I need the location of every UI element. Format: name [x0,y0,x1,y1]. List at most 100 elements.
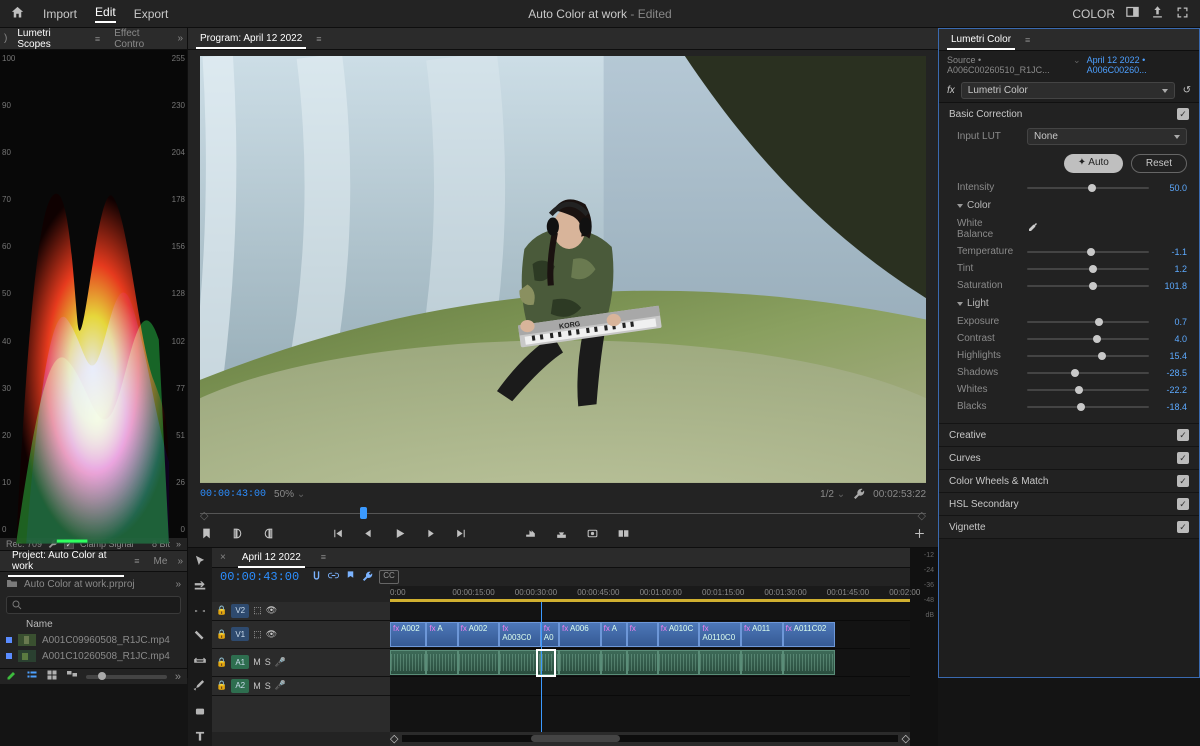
video-clip[interactable]: fx A006 [559,622,601,647]
razor-tool-icon[interactable] [193,629,207,646]
panel-menu-icon[interactable]: ≡ [130,556,143,566]
compare-icon[interactable] [617,527,630,543]
add-button-icon[interactable] [913,527,926,543]
snap-icon[interactable] [311,570,322,584]
mute-icon[interactable]: M [253,681,261,691]
nav-edit[interactable]: Edit [95,5,116,23]
slip-tool-icon[interactable] [193,654,207,671]
audio-clip[interactable] [559,650,601,675]
reset-effect-icon[interactable]: ↺ [1183,85,1191,96]
mark-in-icon[interactable] [200,527,213,543]
tab-project[interactable]: Project: Auto Color at work [4,546,128,576]
audio-clip[interactable] [458,650,500,675]
video-clip[interactable]: fx A0 [541,622,559,647]
video-clip[interactable]: fx A003C0 [499,622,541,647]
section-enable-checkbox[interactable] [1177,475,1189,487]
horizontal-scrollbar[interactable] [402,735,897,742]
close-icon[interactable]: × [220,552,226,563]
tab-scopes[interactable]: Lumetri Scopes [9,24,89,54]
audio-clip[interactable] [699,650,741,675]
video-clip[interactable]: fx [627,622,658,647]
export-frame-icon[interactable] [586,527,599,543]
eye-icon[interactable]: 👁 [266,605,277,616]
crop-handle[interactable]: ) [4,33,7,44]
program-monitor[interactable]: KORG [200,56,926,483]
tabs-overflow-icon[interactable]: » [177,33,183,44]
video-clip[interactable]: fx A011 [741,622,783,647]
solo-icon[interactable]: S [265,681,271,691]
extract-icon[interactable] [555,527,568,543]
time-ruler[interactable]: 0:00 00:00:15:00 00:00:30:00 00:00:45:00… [390,586,910,602]
home-icon[interactable] [10,5,25,23]
settings-icon[interactable] [362,570,373,584]
track-select-icon[interactable] [193,579,207,596]
ripple-tool-icon[interactable] [193,604,207,621]
audio-clip[interactable] [658,650,700,675]
reset-button[interactable]: Reset [1131,154,1187,173]
section-enable-checkbox[interactable] [1177,498,1189,510]
video-clip[interactable]: fx A002 [458,622,500,647]
eyedropper-icon[interactable] [1027,222,1039,237]
wrench-icon[interactable] [853,487,865,502]
program-timecode[interactable]: 00:00:43:00 [200,489,266,500]
project-item[interactable]: A001C09960508_R1JC.mp4 [42,635,170,646]
audio-clip[interactable] [601,650,627,675]
panel-menu-icon[interactable]: ≡ [317,552,330,562]
video-clip[interactable]: fx A0110C0 [699,622,741,647]
fullscreen-icon[interactable] [1175,5,1190,23]
linked-icon[interactable] [328,570,339,584]
track-a2[interactable]: A2 [231,679,249,693]
zoom-dropdown[interactable]: 50% ⌄ [274,489,305,500]
eye-icon[interactable]: 👁 [266,629,277,640]
go-in-icon[interactable] [331,527,344,543]
lift-icon[interactable] [524,527,537,543]
voice-icon[interactable]: 🎤 [275,680,286,691]
playhead[interactable] [541,602,542,732]
tab-media[interactable]: Me [146,552,176,571]
subsection-color[interactable]: Color [957,196,1187,215]
toggle-icon[interactable]: ⬚ [253,629,262,640]
lut-dropdown[interactable]: None [1027,128,1187,145]
tab-effect-controls[interactable]: Effect Contro [106,24,175,54]
sequence-link[interactable]: April 12 2022 • A006C00260... [1087,55,1191,75]
section-hsl[interactable]: HSL Secondary [939,493,1199,515]
audio-clip[interactable] [627,650,658,675]
cc-icon[interactable]: CC [379,570,399,584]
tint-slider[interactable] [1027,268,1149,270]
track-v2[interactable]: V2 [231,604,249,618]
section-curves[interactable]: Curves [939,447,1199,469]
tabs-overflow-icon[interactable]: » [177,556,183,567]
hand-tool-icon[interactable] [193,704,207,721]
scrub-bar[interactable]: ◇ ◇ [200,505,926,523]
solo-icon[interactable]: S [265,657,271,667]
section-enable-checkbox[interactable] [1177,108,1189,120]
out-icon[interactable] [262,527,275,543]
track-v1[interactable]: V1 [231,627,249,641]
nav-export[interactable]: Export [134,7,169,21]
workspace-icon[interactable] [1125,5,1140,23]
voice-icon[interactable]: 🎤 [275,657,286,668]
audio-clip[interactable] [541,650,559,675]
section-color-wheels[interactable]: Color Wheels & Match [939,470,1199,492]
intensity-slider[interactable] [1027,187,1149,189]
section-vignette[interactable]: Vignette [939,516,1199,538]
play-icon[interactable] [393,527,406,543]
write-icon[interactable] [6,669,18,684]
video-clip[interactable]: fx A010C [658,622,700,647]
tab-sequence[interactable]: April 12 2022 [234,548,309,567]
project-item[interactable]: A001C10260508_R1JC.mp4 [42,651,170,662]
step-back-icon[interactable] [362,527,375,543]
freeform-view-icon[interactable] [66,669,78,684]
section-enable-checkbox[interactable] [1177,521,1189,533]
workspace-label[interactable]: COLOR [1072,7,1115,21]
tab-program[interactable]: Program: April 12 2022 [192,29,310,48]
fx-dropdown[interactable]: Lumetri Color [961,82,1175,99]
contrast-slider[interactable] [1027,338,1149,340]
blacks-slider[interactable] [1027,406,1149,408]
type-tool-icon[interactable] [193,729,207,746]
overflow-icon[interactable]: » [176,539,181,549]
shadows-slider[interactable] [1027,372,1149,374]
highlights-slider[interactable] [1027,355,1149,357]
resolution-dropdown[interactable]: 1/2 ⌄ [820,489,845,500]
timeline-timecode[interactable]: 00:00:43:00 [220,570,299,584]
